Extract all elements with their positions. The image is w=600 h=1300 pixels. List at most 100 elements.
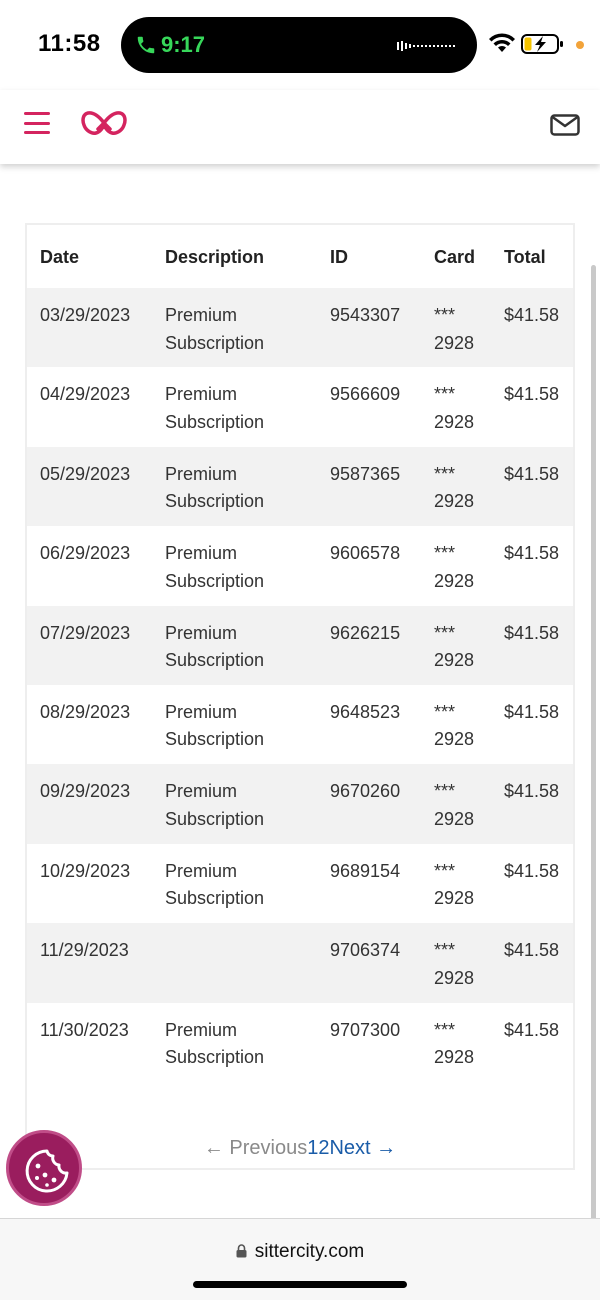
pagination-previous[interactable]: ← Previous [204, 1137, 307, 1159]
date-text: 07/29/2023 [40, 622, 131, 643]
cell-description: Premium Subscription [165, 446, 330, 527]
cell-description: Premium Subscription [165, 843, 330, 924]
description-line-1: Premium [165, 543, 238, 564]
date-text: 09/29/2023 [40, 781, 131, 802]
table-row: 03/29/2023 Premium Subscription 9543307 *** 2… [27, 288, 573, 368]
card-last-four: 2928 [434, 411, 475, 432]
cookie-settings-button[interactable] [6, 1130, 82, 1206]
privacy-dot-indicator [576, 41, 584, 49]
pagination-next[interactable]: Next → [329, 1137, 396, 1159]
table-row: 07/29/2023 Premium Subscription 9626215 *** 2… [27, 605, 573, 685]
cell-card: *** 2928 [434, 526, 504, 606]
cell-card: *** 2928 [434, 288, 504, 368]
audio-wave-icon [397, 41, 455, 51]
total-text: $41.58 [504, 305, 560, 325]
description-line-2: Subscription [165, 808, 265, 829]
home-indicator[interactable] [193, 1281, 407, 1288]
billing-history-table: Date Description ID Card Total 03/29/202… [27, 225, 573, 1082]
description-line-1: Premium [165, 305, 238, 325]
call-duration: 9:17 [161, 32, 206, 57]
cell-id: 9566609 [330, 367, 434, 447]
phone-icon [137, 36, 155, 54]
pagination-page-1[interactable]: 1 [307, 1137, 318, 1159]
card-last-four: 2928 [434, 808, 475, 829]
description-line-2: Subscription [165, 729, 265, 750]
cookie-icon [25, 1149, 69, 1193]
cell-card: *** 2928 [434, 367, 504, 447]
browser-bottom-bar: sittercity.com [0, 1218, 600, 1300]
cell-card: *** 2928 [434, 764, 504, 844]
table-row: 08/29/2023 Premium Subscription 9648523 *** 2… [27, 684, 573, 765]
cell-id: 9689154 [330, 843, 434, 924]
status-time: 11:58 [38, 30, 101, 57]
card-mask: *** [434, 701, 456, 722]
app-header [0, 90, 600, 164]
cell-card: *** 2928 [434, 843, 504, 924]
status-bar: 11:58 9:17 [0, 0, 600, 90]
date-text: 10/29/2023 [40, 860, 131, 881]
cell-description [165, 923, 330, 1003]
cell-total: $41.58 [504, 367, 573, 447]
total-text: $41.58 [504, 1019, 560, 1040]
cell-total: $41.58 [504, 684, 573, 765]
total-text: $41.58 [504, 622, 560, 643]
total-text: $41.58 [504, 701, 560, 722]
column-header-date: Date [40, 247, 80, 267]
card-last-four: 2928 [434, 967, 475, 988]
address-bar[interactable]: sittercity.com [0, 1241, 600, 1263]
cell-date: 08/29/2023 [27, 684, 165, 765]
id-text: 9626215 [330, 622, 401, 643]
card-last-four: 2928 [434, 332, 475, 353]
cell-description: Premium Subscription [165, 526, 330, 606]
cell-card: *** 2928 [434, 605, 504, 685]
description-line-2: Subscription [165, 411, 265, 432]
cell-card: *** 2928 [434, 923, 504, 1003]
cell-date: 04/29/2023 [27, 367, 165, 447]
cell-description: Premium Subscription [165, 684, 330, 765]
dynamic-island[interactable]: 9:17 [121, 17, 477, 73]
description-line-2: Subscription [165, 650, 265, 671]
hamburger-icon[interactable] [24, 112, 50, 134]
table-header-row: Date Description ID Card Total [27, 225, 573, 288]
cell-total: $41.58 [504, 288, 573, 368]
id-text: 9706374 [330, 940, 401, 961]
sittercity-logo-icon[interactable] [80, 108, 128, 138]
total-text: $41.58 [504, 940, 560, 961]
card-mask: *** [434, 940, 456, 961]
card-last-four: 2928 [434, 888, 475, 909]
lock-icon [236, 1244, 247, 1258]
url-text: sittercity.com [254, 1241, 365, 1262]
column-header-total: Total [504, 247, 546, 267]
date-text: 03/29/2023 [40, 305, 131, 325]
description-line-1: Premium [165, 1019, 238, 1040]
id-text: 9566609 [330, 384, 401, 405]
description-line-2: Subscription [165, 332, 265, 353]
table-row: 04/29/2023 Premium Subscription 9566609 *** 2… [27, 367, 573, 447]
cell-card: *** 2928 [434, 1002, 504, 1082]
cell-total: $41.58 [504, 1002, 573, 1082]
date-text: 11/30/2023 [40, 1019, 129, 1040]
column-header-id: ID [330, 247, 348, 267]
table-body: 03/29/2023 Premium Subscription 9543307 *** 2… [27, 288, 573, 1082]
cell-description: Premium Subscription [165, 288, 330, 368]
cell-card: *** 2928 [434, 684, 504, 765]
card-mask: *** [434, 781, 456, 802]
pagination-page-2[interactable]: 2 [318, 1137, 329, 1159]
table-row: 11/30/2023 Premium Subscription 9707300 *** 2… [27, 1002, 573, 1082]
cell-date: 11/29/2023 [27, 923, 165, 1003]
wifi-icon [489, 33, 515, 52]
cell-date: 10/29/2023 [27, 843, 165, 924]
page-scrollbar[interactable] [591, 265, 596, 1265]
id-text: 9606578 [330, 543, 401, 564]
total-text: $41.58 [504, 463, 560, 484]
cell-date: 05/29/2023 [27, 446, 165, 527]
cell-date: 11/30/2023 [27, 1002, 165, 1082]
mail-icon[interactable] [550, 114, 580, 136]
id-text: 9648523 [330, 701, 401, 722]
cell-description: Premium Subscription [165, 764, 330, 844]
cell-total: $41.58 [504, 446, 573, 527]
total-text: $41.58 [504, 543, 560, 564]
id-text: 9689154 [330, 860, 401, 881]
cell-total: $41.58 [504, 843, 573, 924]
total-text: $41.58 [504, 384, 560, 405]
